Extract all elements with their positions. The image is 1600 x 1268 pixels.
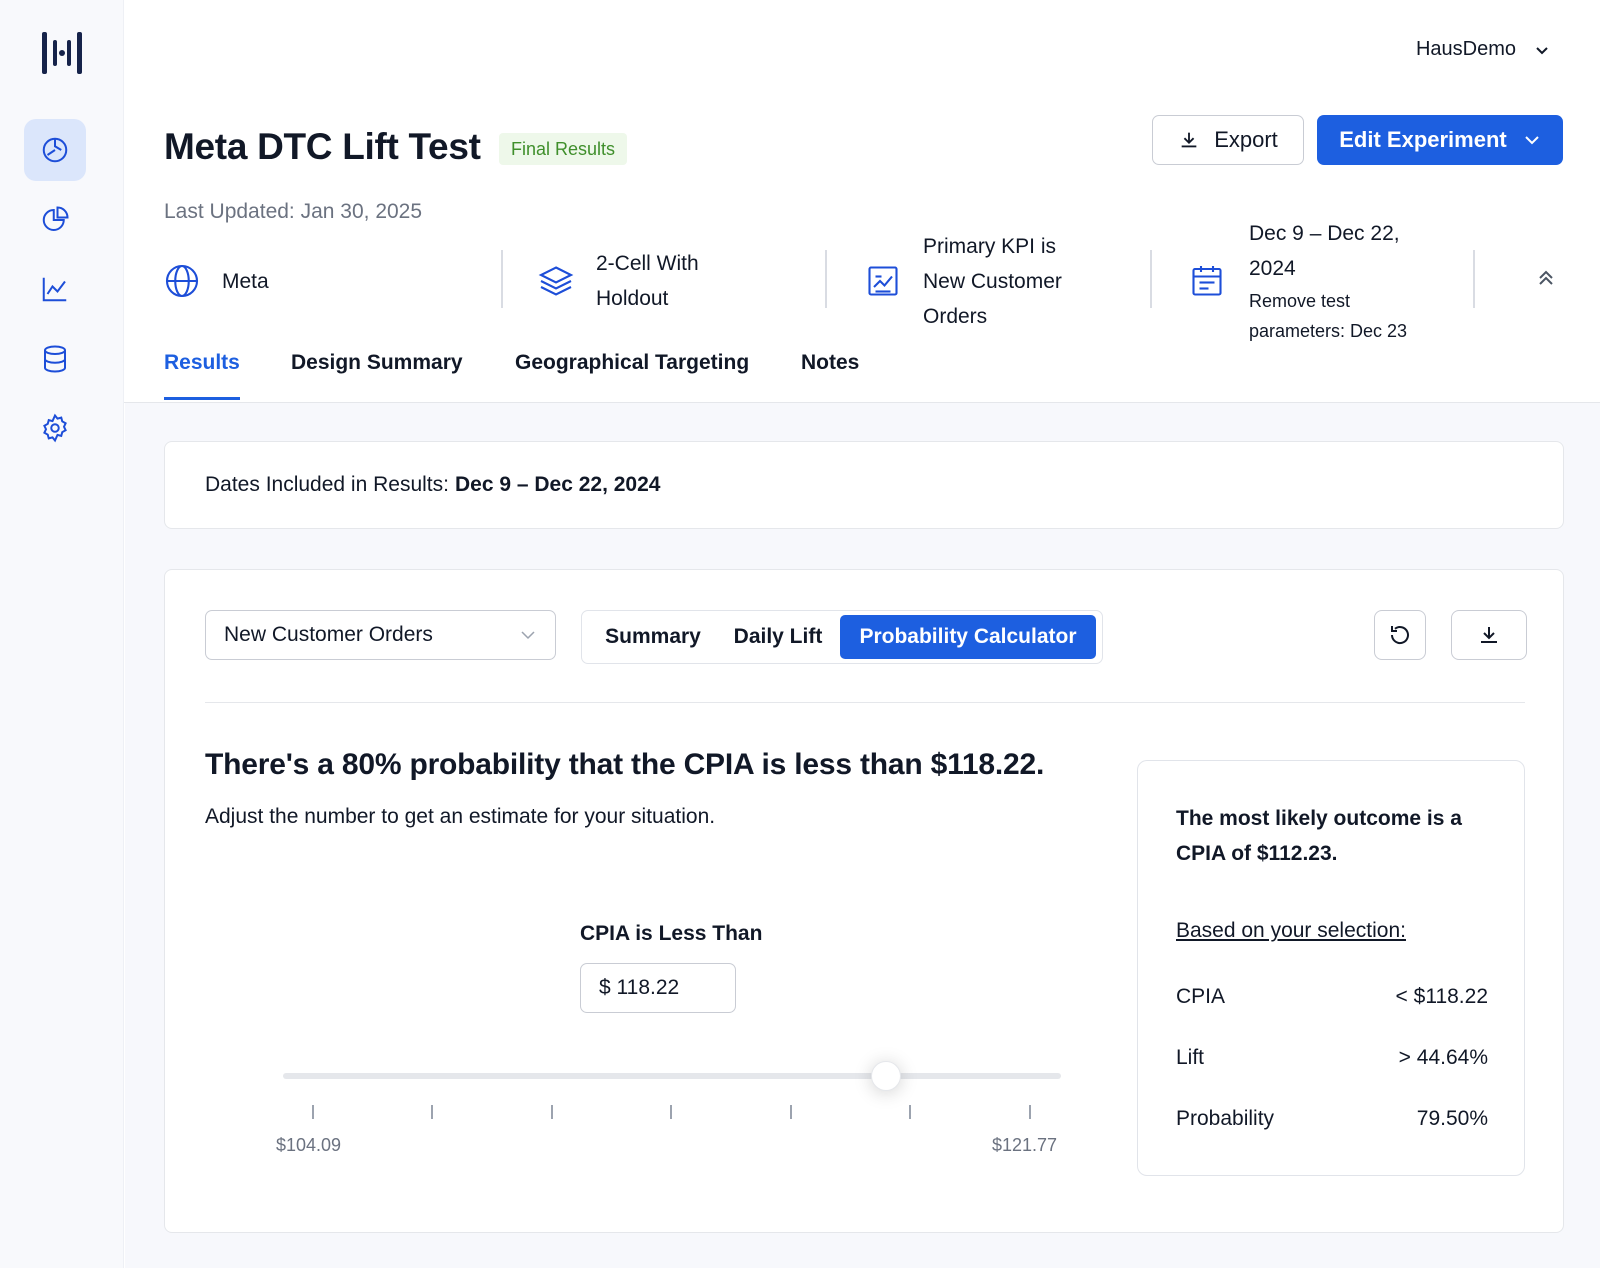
export-button[interactable]: Export [1152, 115, 1304, 165]
experiment-meta-row: Meta 2-Cell With Holdout Primary KPI is … [164, 218, 1564, 344]
slider-tick [909, 1105, 911, 1119]
slider-tick [551, 1105, 553, 1119]
divider [1473, 250, 1475, 308]
meta-remove-line2: parameters: Dec 23 [1249, 321, 1408, 341]
probability-subline: Adjust the number to get an estimate for… [205, 805, 716, 828]
tab-geographical-targeting[interactable]: Geographical Targeting [515, 346, 749, 400]
meta-kpi: Primary KPI is New Customer Orders [865, 218, 1062, 344]
reset-button[interactable] [1374, 610, 1426, 660]
view-daily-lift-button[interactable]: Daily Lift [720, 615, 836, 659]
outcome-row-value: 79.50% [1416, 1107, 1488, 1130]
meta-kpi-line2: New Customer [923, 269, 1062, 293]
meta-dates-line1: Dec 9 – Dec 22, [1249, 222, 1400, 245]
reset-icon [1390, 626, 1409, 644]
layers-icon [538, 266, 574, 296]
database-icon [44, 345, 66, 373]
outcome-row-value: > 44.64% [1398, 1046, 1488, 1069]
sidebar-item-reports[interactable] [24, 189, 86, 251]
slider-max-label: $121.77 [992, 1135, 1058, 1155]
globe-icon [165, 264, 199, 298]
meta-dates: Dec 9 – Dec 22, 2024 Remove test paramet… [1189, 218, 1407, 344]
cpia-input-label: CPIA is Less Than [580, 922, 763, 945]
collapse-chevrons-up-icon[interactable] [1534, 266, 1558, 290]
tab-notes[interactable]: Notes [801, 346, 859, 400]
export-label: Export [1214, 127, 1278, 152]
pie-chart-icon [42, 206, 69, 231]
tab-results[interactable]: Results [164, 346, 240, 400]
slider-min-label: $104.09 [276, 1135, 342, 1155]
outcome-title: The most likely outcome is a CPIA of $11… [1176, 807, 1462, 865]
haus-logo[interactable] [40, 30, 84, 76]
sidebar-item-analytics[interactable] [24, 258, 86, 320]
results-card: New Customer Orders Summary Daily Lift P… [164, 569, 1564, 1233]
outcome-row-label: CPIA [1176, 985, 1226, 1008]
outcome-row-cpia: CPIA < $118.22 [1176, 985, 1488, 1009]
cpia-slider-track[interactable] [283, 1073, 1061, 1079]
page-title: Meta DTC Lift Test [164, 126, 481, 167]
edit-experiment-button[interactable]: Edit Experiment [1317, 115, 1563, 165]
metric-select-value: New Customer Orders [224, 623, 433, 646]
sidebar-item-data[interactable] [24, 328, 86, 390]
metric-select[interactable]: New Customer Orders [205, 610, 556, 660]
view-summary-button[interactable]: Summary [590, 615, 716, 659]
download-icon [1181, 132, 1197, 148]
chart-compass-icon [42, 137, 68, 163]
slider-tick [431, 1105, 433, 1119]
gear-icon [43, 413, 67, 443]
status-badge: Final Results [499, 133, 628, 165]
chevron-down-icon [521, 631, 535, 640]
slider-tick [790, 1105, 792, 1119]
download-icon [1481, 627, 1497, 643]
calendar-icon [1192, 266, 1222, 296]
outcome-row-label: Lift [1176, 1046, 1205, 1069]
outcome-row-label: Probability [1176, 1107, 1275, 1130]
outcome-row-lift: Lift > 44.64% [1176, 1046, 1488, 1070]
outcome-row-value: < $118.22 [1395, 985, 1488, 1008]
sidebar-item-settings[interactable] [24, 397, 86, 459]
line-chart-icon [42, 277, 67, 302]
edit-experiment-label: Edit Experiment [1339, 127, 1507, 152]
meta-kpi-line1: Primary KPI is [923, 234, 1057, 258]
slider-tick [1029, 1105, 1031, 1119]
kpi-chart-icon [868, 266, 898, 296]
slider-tick [312, 1105, 314, 1119]
probability-headline: There's a 80% probability that the CPIA … [205, 748, 1045, 781]
chevron-down-icon [1525, 136, 1539, 145]
meta-channel: Meta [164, 218, 269, 344]
sidebar [0, 0, 124, 1268]
meta-kpi-line3: Orders [923, 304, 988, 328]
meta-dates-line2: 2024 [1249, 257, 1296, 280]
cpia-input[interactable] [580, 963, 736, 1013]
tab-design-summary[interactable]: Design Summary [291, 346, 463, 400]
slider-tick [670, 1105, 672, 1119]
sidebar-item-dashboard[interactable] [24, 119, 86, 181]
meta-design-line1: 2-Cell With [596, 252, 699, 275]
dates-included-card: Dates Included in Results: Dec 9 – Dec 2… [164, 441, 1564, 529]
meta-design-line2: Holdout [596, 287, 669, 310]
selection-label: Based on your selection: [1176, 919, 1406, 942]
account-name: HausDemo [1415, 38, 1516, 60]
card-divider [205, 702, 1525, 703]
meta-channel-text: Meta [222, 269, 269, 293]
dates-included-label: Dates Included in Results: [205, 473, 449, 496]
divider [1150, 250, 1152, 308]
dates-included-value: Dec 9 – Dec 22, 2024 [454, 473, 661, 496]
account-menu[interactable]: HausDemo [1416, 38, 1550, 61]
chevron-down-icon [1536, 46, 1548, 54]
outcome-row-probability: Probability 79.50% [1176, 1107, 1488, 1131]
view-toggle: Summary Daily Lift Probability Calculato… [581, 610, 1103, 664]
meta-design: 2-Cell With Holdout [538, 218, 699, 344]
view-probability-calculator-button[interactable]: Probability Calculator [840, 615, 1096, 659]
meta-remove-line1: Remove test [1249, 291, 1351, 311]
divider [501, 250, 503, 308]
download-button[interactable] [1451, 610, 1527, 660]
outcome-summary-box: The most likely outcome is a CPIA of $11… [1137, 760, 1525, 1176]
cpia-slider-thumb[interactable] [871, 1061, 902, 1091]
divider [825, 250, 827, 308]
